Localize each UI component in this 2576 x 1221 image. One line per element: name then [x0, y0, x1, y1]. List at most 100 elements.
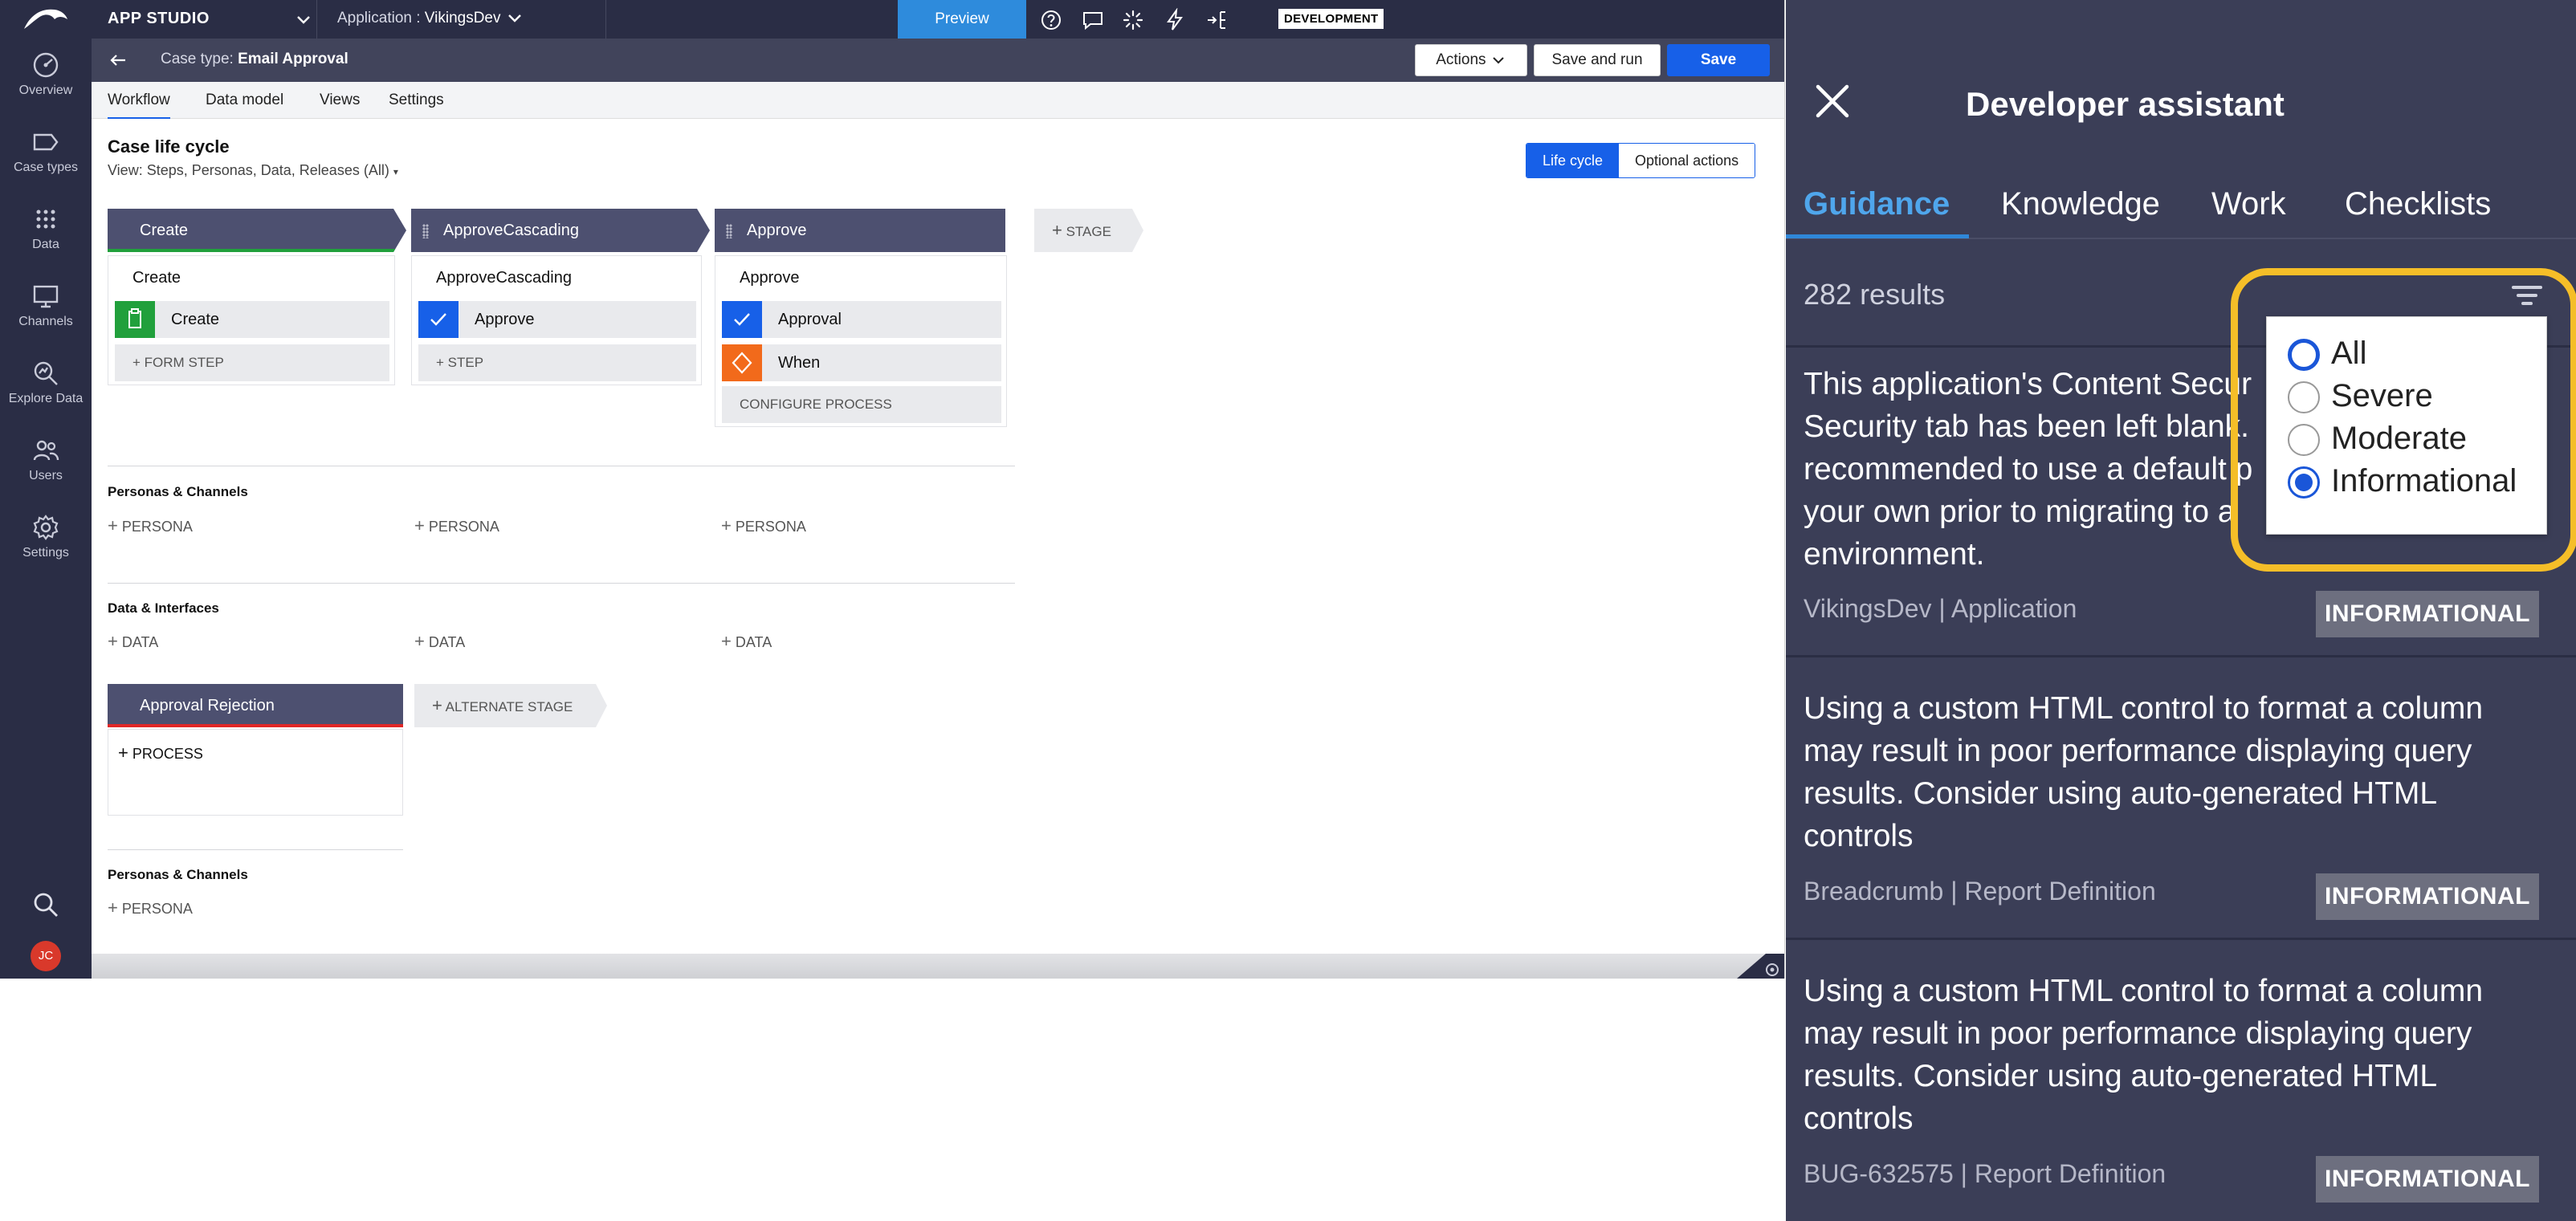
add-persona-link[interactable]: + PERSONA: [414, 515, 499, 536]
workflow-tabs: Workflow Data model Views Settings: [92, 82, 1784, 120]
nav-overview[interactable]: Overview: [0, 51, 92, 98]
divider: [108, 849, 403, 850]
gear-icon[interactable]: [1737, 954, 1785, 979]
nav-channels[interactable]: Channels: [0, 283, 92, 329]
stage-header[interactable]: Approval Rejection: [108, 684, 403, 727]
screenshot-root: { "topbar": { "studio": "APP STUDIO", "a…: [0, 0, 2576, 1221]
loading-spinner-icon[interactable]: [1121, 8, 1145, 32]
tab-views[interactable]: Views: [320, 92, 360, 109]
decision-diamond-icon: [722, 344, 762, 381]
add-persona-link[interactable]: + PERSONA: [721, 515, 806, 536]
step-label: When: [778, 354, 821, 372]
stage-approve[interactable]: Approve: [715, 209, 1013, 252]
nav-settings[interactable]: Settings: [0, 514, 92, 560]
toggle-life-cycle[interactable]: Life cycle: [1526, 144, 1620, 177]
guidance-meta[interactable]: VikingsDev | Application: [1804, 594, 2077, 624]
step-when[interactable]: When: [722, 344, 1001, 381]
add-data-link[interactable]: + DATA: [414, 631, 465, 652]
tree-hierarchy-icon[interactable]: [1204, 8, 1229, 32]
plus-icon: +: [414, 631, 425, 651]
tab-checklists[interactable]: Checklists: [2345, 186, 2491, 222]
severity-badge: INFORMATIONAL: [2316, 873, 2539, 920]
actions-menu-button[interactable]: Actions: [1415, 44, 1527, 76]
process-title[interactable]: Create: [132, 269, 181, 287]
save-and-run-button[interactable]: Save and run: [1534, 44, 1661, 76]
text-line: Using a custom HTML control to format a …: [1804, 691, 2484, 726]
add-label: STAGE: [1066, 224, 1111, 239]
actions-label: Actions: [1436, 51, 1486, 68]
divider: [1786, 938, 2576, 940]
plus-icon: +: [132, 355, 141, 370]
drag-handle-icon[interactable]: [422, 224, 429, 238]
lightning-icon[interactable]: [1163, 8, 1187, 32]
preview-button[interactable]: Preview: [898, 0, 1026, 39]
application-name: VikingsDev: [424, 10, 501, 26]
add-data-link[interactable]: + DATA: [721, 631, 772, 652]
add-step-button[interactable]: + STEP: [418, 344, 696, 381]
add-data-link[interactable]: + DATA: [108, 631, 158, 652]
step-approve[interactable]: Approve: [418, 301, 696, 338]
guidance-meta[interactable]: Breadcrumb | Report Definition: [1804, 877, 2156, 906]
nav-search[interactable]: [0, 891, 92, 923]
stage-create[interactable]: Create: [108, 209, 406, 252]
nav-data[interactable]: Data: [0, 206, 92, 252]
stage-header[interactable]: Create: [108, 209, 406, 252]
pega-logo[interactable]: [0, 0, 92, 39]
chevron-down-icon[interactable]: [292, 8, 315, 31]
nav-users[interactable]: Users: [0, 437, 92, 483]
tab-data-model[interactable]: Data model: [206, 92, 283, 109]
add-label: PERSONA: [121, 901, 193, 917]
nav-case-types[interactable]: Case types: [0, 128, 92, 175]
add-persona-link[interactable]: + PERSONA: [108, 515, 193, 536]
personas-section-title: Personas & Channels: [108, 484, 248, 499]
process-title[interactable]: ApproveCascading: [436, 269, 572, 287]
nav-label: Channels: [18, 315, 73, 328]
chat-icon[interactable]: [1081, 8, 1105, 32]
view-filter-label: View: Steps, Personas, Data, Releases (A…: [108, 162, 389, 178]
stage-approve-cascading[interactable]: ApproveCascading: [411, 209, 710, 252]
toggle-optional-actions[interactable]: Optional actions: [1619, 144, 1755, 177]
tab-guidance[interactable]: Guidance: [1804, 186, 1950, 222]
add-form-step-button[interactable]: + FORM STEP: [115, 344, 389, 381]
step-label: Approve: [475, 311, 535, 328]
configure-process-button[interactable]: CONFIGURE PROCESS: [722, 386, 1001, 423]
plus-icon: +: [436, 355, 444, 370]
plus-icon: +: [721, 631, 732, 651]
add-label: ALTERNATE STAGE: [445, 699, 573, 714]
step-approval[interactable]: Approval: [722, 301, 1001, 338]
drag-handle-icon[interactable]: [726, 224, 732, 238]
tab-knowledge[interactable]: Knowledge: [2001, 186, 2160, 222]
nav-label: Users: [29, 469, 63, 482]
plus-icon: +: [721, 515, 732, 535]
tab-workflow[interactable]: Workflow: [108, 92, 170, 120]
stage-header[interactable]: ApproveCascading: [411, 209, 710, 252]
tab-work[interactable]: Work: [2211, 186, 2286, 222]
application-switcher[interactable]: Application : VikingsDev: [337, 10, 524, 27]
add-label: DATA: [428, 634, 466, 650]
process-title[interactable]: Approve: [740, 269, 800, 287]
avatar[interactable]: JC: [31, 941, 61, 971]
guidance-text: Using a custom HTML control to format a …: [1804, 970, 2558, 1140]
nav-label: Overview: [18, 83, 73, 97]
add-label: CONFIGURE PROCESS: [740, 397, 892, 412]
tab-settings[interactable]: Settings: [389, 92, 444, 109]
add-alternate-stage-button[interactable]: + ALTERNATE STAGE: [414, 684, 607, 727]
guidance-meta[interactable]: BUG-632575 | Report Definition: [1804, 1159, 2166, 1189]
add-persona-link[interactable]: + PERSONA: [108, 897, 193, 918]
close-icon[interactable]: [1808, 77, 1857, 125]
case-type-title: Case type: Email Approval: [161, 51, 348, 68]
add-process-link[interactable]: + PROCESS: [118, 743, 203, 763]
case-type-name: Email Approval: [238, 51, 348, 67]
add-stage-button[interactable]: + STAGE: [1034, 209, 1143, 252]
save-button[interactable]: Save: [1667, 44, 1770, 76]
left-navigation: Overview Case types Data Channels Explor…: [0, 0, 92, 979]
nav-explore-data[interactable]: Explore Data: [0, 360, 92, 406]
stage-header[interactable]: Approve: [715, 209, 1005, 252]
alternate-stage-approval-rejection[interactable]: Approval Rejection: [108, 684, 403, 727]
help-icon[interactable]: [1039, 8, 1063, 32]
panel-title: Developer assistant: [1966, 85, 2285, 123]
back-arrow-icon[interactable]: [108, 50, 128, 71]
step-create[interactable]: Create: [115, 301, 389, 338]
studio-switcher[interactable]: APP STUDIO: [108, 10, 210, 28]
view-filter[interactable]: View: Steps, Personas, Data, Releases (A…: [108, 162, 398, 179]
